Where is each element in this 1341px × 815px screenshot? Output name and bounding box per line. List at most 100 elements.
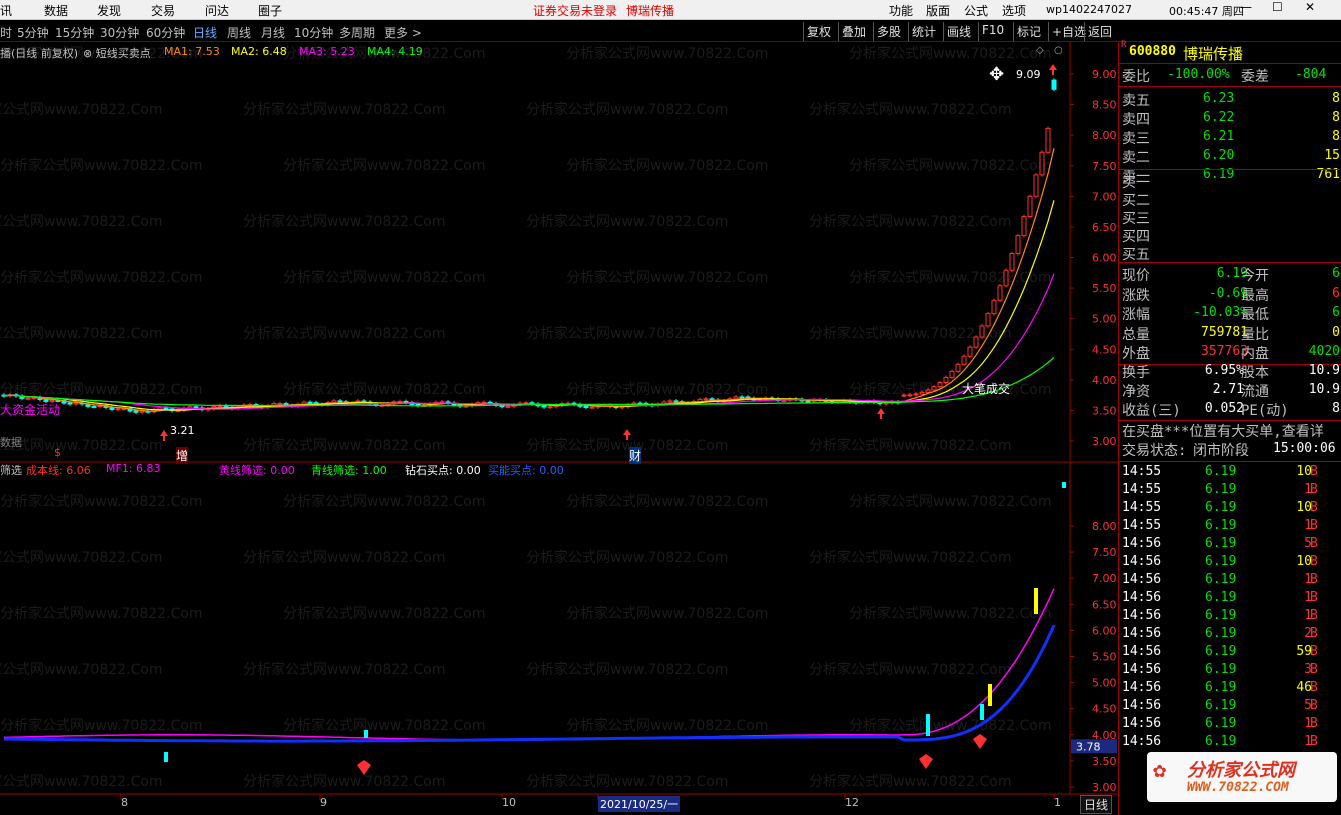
tick-row[interactable]: 14:56 6.19 5 B xyxy=(1119,697,1341,716)
tick-row[interactable]: 14:56 6.19 10 B xyxy=(1119,553,1341,572)
cai-marker[interactable]: 财 xyxy=(629,447,642,464)
bid-label: 买三 xyxy=(1122,211,1150,227)
period-tab-min[interactable]: 时 xyxy=(0,24,12,41)
watermark-text: 分析家公式网www.70822.Com xyxy=(566,605,768,622)
tick-row[interactable]: 14:56 6.19 46 B xyxy=(1119,679,1341,698)
tool-multistock-button[interactable]: 多股 xyxy=(873,22,904,41)
period-tab-monthly[interactable]: 月线 xyxy=(261,24,285,41)
stat-row: 涨幅 -10.03% 最低 6 xyxy=(1119,304,1341,323)
bid-row[interactable]: 买三 xyxy=(1119,208,1341,227)
tick-row[interactable]: 14:55 6.19 1 B xyxy=(1119,481,1341,500)
zeng-marker[interactable]: 增 xyxy=(176,447,189,464)
logo-box: ✿ 分析家公式网 WWW.70822.COM xyxy=(1147,752,1337,802)
candle-body xyxy=(709,398,715,401)
period-tab-daily[interactable]: 日线 xyxy=(193,24,217,41)
data-label: 数据 xyxy=(0,436,22,449)
ma1-label: MA1: 7.53 xyxy=(164,45,220,58)
kline-chart-area[interactable]: 分析家公式网www.70822.Com 分析家公式网www.70822.Com 分析… xyxy=(0,42,1118,815)
menu-item-discover[interactable]: 发现 xyxy=(97,2,121,19)
watermark-text: 分析家公式网www.70822.Com xyxy=(526,549,728,566)
period-tab-30m[interactable]: 30分钟 xyxy=(100,24,139,41)
tick-row[interactable]: 14:56 6.19 59 B xyxy=(1119,643,1341,662)
bid-row[interactable]: 买五 xyxy=(1119,244,1341,263)
bid-row[interactable]: 买一 xyxy=(1119,172,1341,191)
period-tab-more[interactable]: 更多 > xyxy=(384,24,422,41)
candle-body xyxy=(955,363,961,372)
watermark-text: 分析家公式网www.70822.Com xyxy=(566,717,768,734)
watermark-text: 分析家公式网www.70822.Com xyxy=(283,605,485,622)
menu-item-data[interactable]: 数据 xyxy=(44,2,68,19)
tick-price: 6.19 xyxy=(1205,734,1237,749)
tool-watchlist-button[interactable]: +自选 xyxy=(1048,22,1089,41)
login-notice[interactable]: 证券交易未登录 xyxy=(533,2,617,19)
tick-time: 14:56 xyxy=(1122,626,1162,641)
watermark-text: 分析家公式网www.70822.Com xyxy=(243,325,445,342)
tool-stats-button[interactable]: 统计 xyxy=(908,22,939,41)
menu-options[interactable]: 选项 xyxy=(1002,2,1026,19)
period-tab-60m[interactable]: 60分钟 xyxy=(146,24,185,41)
watermark-text: 分析家公式网www.70822.Com xyxy=(526,213,728,230)
tick-row[interactable]: 14:56 6.19 1 B xyxy=(1119,571,1341,590)
ask-row[interactable]: 卖四 6.22 8 xyxy=(1119,109,1341,128)
tool-mark-button[interactable]: 标记 xyxy=(1013,22,1044,41)
menu-item-wenda[interactable]: 问达 xyxy=(205,2,229,19)
diamond-icon[interactable]: ◇ xyxy=(1036,45,1044,56)
ask-row[interactable]: 卖三 6.21 8 xyxy=(1119,128,1341,147)
tick-row[interactable]: 14:56 6.19 1 B xyxy=(1119,733,1341,752)
period-indicator[interactable]: 日线 xyxy=(1080,795,1113,814)
tick-row[interactable]: 14:55 6.19 10 B xyxy=(1119,499,1341,518)
watermark-text: 分析家公式网www.70822.Com xyxy=(849,45,1051,62)
circle-icon[interactable]: ○ xyxy=(1054,45,1063,56)
period-tab-15m[interactable]: 15分钟 xyxy=(55,24,94,41)
candle-body xyxy=(1003,269,1009,287)
candle-body xyxy=(307,401,313,404)
tool-back-button[interactable]: 返回 xyxy=(1084,22,1115,41)
close-button[interactable]: ✕ xyxy=(1305,0,1315,14)
bid-label: 买一 xyxy=(1122,175,1150,191)
menu-layout[interactable]: 版面 xyxy=(926,2,950,19)
menu-item-info[interactable]: 讯 xyxy=(0,2,12,19)
tick-row[interactable]: 14:56 6.19 1 B xyxy=(1119,589,1341,608)
tick-row[interactable]: 14:56 6.19 2 B xyxy=(1119,625,1341,644)
menu-item-circle[interactable]: 圈子 xyxy=(258,2,282,19)
tick-row[interactable]: 14:56 6.19 1 B xyxy=(1119,715,1341,734)
tool-f10-button[interactable]: F10 xyxy=(978,22,1007,41)
kline-chart-canvas[interactable]: 分析家公式网www.70822.Com 分析家公式网www.70822.Com 分析… xyxy=(0,42,1118,815)
maximize-button[interactable]: ☐ xyxy=(1272,0,1283,14)
signal-bar xyxy=(1034,588,1038,614)
menu-function[interactable]: 功能 xyxy=(889,2,913,19)
bid-row[interactable]: 买四 xyxy=(1119,226,1341,245)
minimize-button[interactable]: — xyxy=(1240,0,1252,14)
candle-body xyxy=(883,402,889,405)
tick-row[interactable]: 14:56 6.19 5 B xyxy=(1119,535,1341,554)
menu-formula[interactable]: 公式 xyxy=(964,2,988,19)
y-tick-label: 6.00 xyxy=(1092,624,1117,637)
menu-item-trade[interactable]: 交易 xyxy=(151,2,175,19)
y-tick-label: 3.00 xyxy=(1092,435,1117,448)
signal-bar xyxy=(980,704,984,720)
ask-row[interactable]: 卖五 6.23 8 xyxy=(1119,90,1341,109)
tick-row[interactable]: 14:56 6.19 3 B xyxy=(1119,661,1341,680)
candle-body xyxy=(733,396,739,400)
tick-row[interactable]: 14:55 6.19 1 B xyxy=(1119,517,1341,536)
bid-row[interactable]: 买二 xyxy=(1119,190,1341,209)
period-tab-multi[interactable]: 多周期 xyxy=(339,24,375,41)
tool-overlay-button[interactable]: 叠加 xyxy=(838,22,869,41)
period-toolbar: 时 5分钟 15分钟 30分钟 60分钟 日线 周线 月线 10分钟 多周期 更… xyxy=(0,21,1341,42)
period-tab-5m[interactable]: 5分钟 xyxy=(17,24,49,41)
tick-row[interactable]: 14:56 6.19 1 B xyxy=(1119,607,1341,626)
tool-draw-button[interactable]: 画线 xyxy=(943,22,974,41)
fund-value: 0.052 xyxy=(1204,401,1244,416)
big-order-notice[interactable]: 在买盘***位置有大买单,查看详 xyxy=(1119,421,1341,440)
period-tab-10m[interactable]: 10分钟 xyxy=(294,24,333,41)
ask-row[interactable]: 卖二 6.20 15 xyxy=(1119,147,1341,166)
dollar-marker[interactable]: $ xyxy=(54,446,61,459)
fund-value: 10.9 xyxy=(1308,363,1340,378)
tick-time: 14:56 xyxy=(1122,590,1162,605)
period-tab-weekly[interactable]: 周线 xyxy=(227,24,251,41)
watermark-text: 分析家公式网www.70822.Com xyxy=(809,549,1011,566)
indicator-select[interactable]: ⊗ 短线买卖点 xyxy=(83,45,151,61)
tool-fuquan-button[interactable]: 复权 xyxy=(803,22,834,41)
tick-row[interactable]: 14:55 6.19 10 B xyxy=(1119,463,1341,482)
tick-time: 14:55 xyxy=(1122,482,1162,497)
